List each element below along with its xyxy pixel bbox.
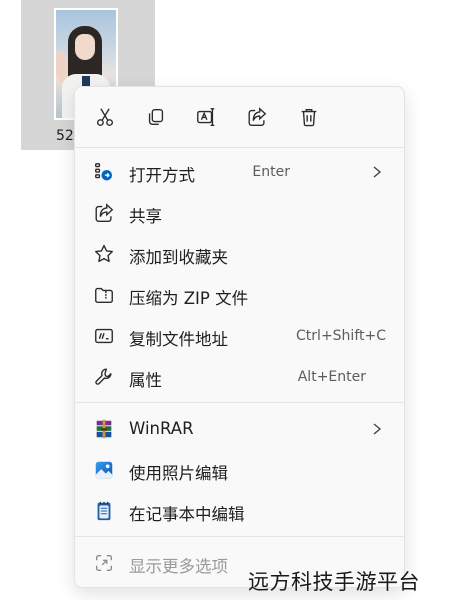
menu-item-label: 在记事本中编辑 xyxy=(129,505,245,524)
menu-item-share[interactable]: 共享 xyxy=(75,193,404,233)
wrench-icon xyxy=(93,366,115,388)
chevron-right-icon xyxy=(373,166,382,178)
menu-item-compress-zip[interactable]: 压缩为 ZIP 文件 xyxy=(75,275,404,315)
winrar-icon xyxy=(93,418,115,440)
menu-item-add-to-favorites[interactable]: 添加到收藏夹 xyxy=(75,234,404,274)
delete-button[interactable] xyxy=(293,101,325,133)
menu-item-open-with[interactable]: 打开方式 Enter xyxy=(75,152,404,192)
menu-item-label: 压缩为 ZIP 文件 xyxy=(129,289,249,308)
menu-item-label: 共享 xyxy=(129,207,162,226)
copy-icon xyxy=(148,108,164,126)
rename-button[interactable] xyxy=(190,101,222,133)
file-name: 52 xyxy=(56,128,74,144)
watermark-text: 远方科技手游平台 xyxy=(248,570,420,594)
shortcut-text: Enter xyxy=(252,164,290,180)
share-button[interactable] xyxy=(241,101,273,133)
zip-folder-icon xyxy=(93,284,115,306)
menu-item-properties[interactable]: 属性 Alt+Enter xyxy=(75,357,404,397)
cut-button[interactable] xyxy=(89,101,121,133)
open-with-icon xyxy=(93,161,115,183)
divider xyxy=(75,402,404,403)
menu-item-label: 显示更多选项 xyxy=(129,557,228,576)
context-menu: 打开方式 Enter 共享 添加到收藏夹 压缩为 ZIP 文件 复制文件地址 C… xyxy=(74,86,405,588)
show-more-icon xyxy=(93,552,115,574)
rename-icon xyxy=(197,108,215,126)
menu-item-edit-with-photos[interactable]: 使用照片编辑 xyxy=(75,450,404,490)
menu-item-edit-in-notepad[interactable]: 在记事本中编辑 xyxy=(75,491,404,531)
divider xyxy=(75,147,404,148)
quick-action-bar xyxy=(75,87,404,145)
delete-icon xyxy=(301,108,317,127)
menu-item-label: 打开方式 xyxy=(129,166,195,185)
shortcut-text: Ctrl+Shift+C xyxy=(296,328,386,344)
divider xyxy=(75,536,404,537)
menu-item-label: 属性 xyxy=(129,371,162,390)
menu-item-label: WinRAR xyxy=(129,419,194,438)
menu-item-winrar[interactable]: WinRAR xyxy=(75,409,404,449)
menu-item-label: 添加到收藏夹 xyxy=(129,248,228,267)
chevron-right-icon xyxy=(373,423,382,435)
notepad-icon xyxy=(93,500,115,522)
copy-button[interactable] xyxy=(140,101,172,133)
cut-icon xyxy=(96,108,114,126)
star-icon xyxy=(93,243,115,265)
menu-item-label: 使用照片编辑 xyxy=(129,464,228,483)
share-icon xyxy=(248,107,267,126)
shortcut-text: Alt+Enter xyxy=(297,369,366,385)
menu-item-label: 复制文件地址 xyxy=(129,330,228,349)
copy-path-icon xyxy=(93,325,115,347)
share-icon xyxy=(93,202,115,224)
menu-item-copy-path[interactable]: 复制文件地址 Ctrl+Shift+C xyxy=(75,316,404,356)
photos-icon xyxy=(93,459,115,481)
